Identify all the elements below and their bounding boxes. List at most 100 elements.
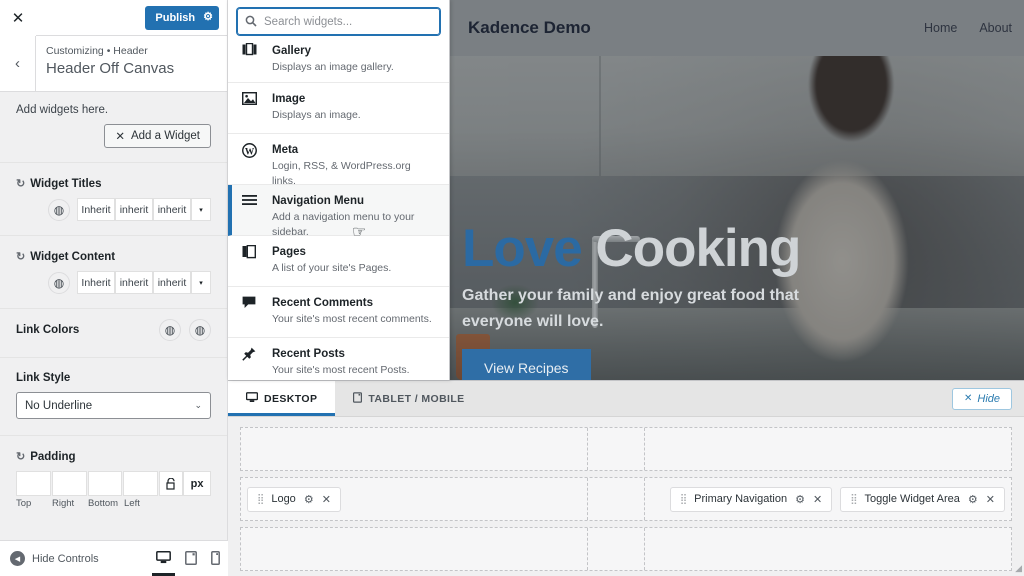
widget-title: Meta bbox=[272, 144, 299, 156]
hero-title-accent: Love bbox=[462, 219, 583, 278]
gear-icon[interactable]: ⚙ bbox=[968, 493, 978, 506]
padding-left-input[interactable] bbox=[123, 471, 159, 496]
row-top-right-dropzone[interactable] bbox=[645, 428, 1011, 470]
hide-builder-button[interactable]: ✕ Hide bbox=[951, 387, 1012, 410]
reset-icon[interactable]: ↺ bbox=[16, 450, 25, 463]
customizer-sidebar: ✕ Publish ⚙ ‹ Customizing • Header Heade… bbox=[0, 0, 228, 576]
back-button[interactable]: ‹ bbox=[0, 36, 36, 91]
remove-icon[interactable]: ✕ bbox=[986, 493, 995, 506]
gear-icon[interactable]: ⚙ bbox=[304, 493, 314, 506]
typography-letterspacing-input[interactable]: inherit bbox=[153, 271, 191, 294]
padding-header: ↺ Padding bbox=[16, 436, 211, 464]
preview-site-header: Kadence Demo Home About bbox=[450, 0, 1024, 56]
site-title[interactable]: Kadence Demo bbox=[468, 18, 591, 38]
gear-icon[interactable]: ⚙ bbox=[795, 493, 805, 506]
widget-titles-row: ◍ Inherit inherit inherit ▾ bbox=[16, 190, 211, 235]
link-colors-row: Link Colors ◍ ◍ bbox=[16, 309, 211, 357]
site-preview[interactable]: Kadence Demo Home About Love Cooking Gat… bbox=[450, 0, 1024, 380]
gear-icon[interactable]: ⚙ bbox=[203, 12, 213, 23]
row-main-right-dropzone[interactable]: ⣿ Primary Navigation ⚙ ✕ ⣿ Toggle Widget… bbox=[645, 478, 1011, 520]
widget-item-image[interactable]: Image Displays an image. bbox=[228, 83, 449, 134]
builder-row-main[interactable]: ⣿ Logo ⚙ ✕ ⣿ Primary Navigation ⚙ ✕ ⣿ To… bbox=[240, 477, 1012, 521]
builder-row-top[interactable] bbox=[240, 427, 1012, 471]
tab-tablet-mobile[interactable]: TABLET / MOBILE bbox=[335, 381, 483, 416]
padding-unit-toggle[interactable]: px bbox=[183, 471, 211, 496]
chevron-down-icon[interactable]: ▾ bbox=[191, 271, 211, 294]
widget-item-navigation-menu[interactable]: Navigation Menu Add a navigation menu to… bbox=[228, 185, 449, 238]
typography-lineheight-input[interactable]: inherit bbox=[115, 271, 153, 294]
hero-subtitle: Gather your family and enjoy great food … bbox=[462, 287, 799, 330]
row-top-left-dropzone[interactable] bbox=[241, 428, 588, 470]
available-widgets-list[interactable]: Gallery Displays an image gallery. Image… bbox=[228, 43, 449, 380]
widget-item-recent-posts[interactable]: Recent Posts Your site's most recent Pos… bbox=[228, 338, 449, 380]
mobile-preview-icon[interactable] bbox=[211, 550, 220, 567]
search-widgets-wrapper[interactable] bbox=[237, 8, 440, 35]
chevron-down-icon[interactable]: ▾ bbox=[191, 198, 211, 221]
close-customizer-icon[interactable]: ✕ bbox=[0, 0, 36, 36]
padding-top-input[interactable] bbox=[16, 471, 51, 496]
builder-item-label: Toggle Widget Area bbox=[864, 493, 960, 505]
widget-item-meta[interactable]: W Meta Login, RSS, & WordPress.org links… bbox=[228, 134, 449, 187]
resize-handle-icon[interactable]: ◢ bbox=[1015, 563, 1022, 574]
tablet-preview-icon[interactable] bbox=[185, 550, 197, 567]
globe-icon[interactable]: ◍ bbox=[48, 198, 70, 221]
builder-item-toggle-widget-area[interactable]: ⣿ Toggle Widget Area ⚙ ✕ bbox=[840, 486, 1005, 512]
padding-right-input[interactable] bbox=[51, 471, 87, 496]
hide-controls-label: Hide Controls bbox=[32, 552, 99, 565]
hero-title: Love Cooking bbox=[462, 221, 902, 277]
remove-icon[interactable]: ✕ bbox=[322, 493, 331, 506]
chevron-down-icon: ⌄ bbox=[194, 400, 202, 410]
row-top-center-dropzone[interactable] bbox=[588, 428, 646, 470]
remove-icon[interactable]: ✕ bbox=[813, 493, 822, 506]
row-bottom-center-dropzone[interactable] bbox=[588, 528, 646, 570]
publish-button[interactable]: Publish ⚙ bbox=[145, 5, 219, 30]
widget-title: Recent Comments bbox=[272, 297, 373, 309]
desktop-preview-icon[interactable] bbox=[152, 551, 175, 576]
nav-link-about[interactable]: About bbox=[979, 21, 1012, 35]
row-bottom-left-dropzone[interactable] bbox=[241, 528, 588, 570]
view-recipes-button[interactable]: View Recipes bbox=[462, 349, 591, 380]
reset-icon[interactable]: ↺ bbox=[16, 177, 25, 190]
lock-icon[interactable] bbox=[159, 471, 184, 496]
globe-icon-link-normal[interactable]: ◍ bbox=[159, 319, 181, 341]
drag-handle-icon[interactable]: ⣿ bbox=[680, 494, 687, 505]
builder-item-label: Logo bbox=[271, 493, 296, 505]
hide-controls-button[interactable]: ◀ Hide Controls bbox=[10, 551, 99, 566]
typography-size-input[interactable]: Inherit bbox=[77, 198, 115, 221]
control-widget-titles: ↺ Widget Titles ◍ Inherit inherit inheri… bbox=[0, 162, 227, 235]
builder-row-bottom[interactable] bbox=[240, 527, 1012, 571]
reset-icon[interactable]: ↺ bbox=[16, 250, 25, 263]
widget-item-gallery[interactable]: Gallery Displays an image gallery. bbox=[228, 43, 449, 83]
link-colors-swatches: ◍ ◍ bbox=[159, 319, 211, 341]
widget-content-label: Widget Content bbox=[30, 250, 116, 263]
nav-link-home[interactable]: Home bbox=[924, 21, 957, 35]
drag-handle-icon[interactable]: ⣿ bbox=[257, 494, 264, 505]
padding-bottom-label: Bottom bbox=[88, 498, 119, 509]
sidebar-panel-header: ‹ Customizing • Header Header Off Canvas bbox=[0, 36, 227, 92]
link-colors-label: Link Colors bbox=[16, 324, 80, 336]
link-style-select[interactable]: No Underline ⌄ bbox=[16, 392, 211, 419]
gallery-icon bbox=[242, 43, 257, 59]
typography-size-input[interactable]: Inherit bbox=[77, 271, 115, 294]
builder-item-logo[interactable]: ⣿ Logo ⚙ ✕ bbox=[247, 486, 341, 512]
typography-lineheight-input[interactable]: inherit bbox=[115, 198, 153, 221]
builder-item-primary-navigation[interactable]: ⣿ Primary Navigation ⚙ ✕ bbox=[669, 486, 833, 512]
widget-item-recent-comments[interactable]: Recent Comments Your site's most recent … bbox=[228, 287, 449, 338]
globe-icon[interactable]: ◍ bbox=[48, 271, 70, 294]
builder-tabs: DESKTOP TABLET / MOBILE bbox=[228, 381, 483, 416]
sidebar-body: Add widgets here. ✕ Add a Widget ↺ Widge… bbox=[0, 92, 227, 576]
drag-handle-icon[interactable]: ⣿ bbox=[850, 494, 857, 505]
builder-item-label: Primary Navigation bbox=[694, 493, 788, 505]
padding-bottom-input[interactable] bbox=[87, 471, 123, 496]
add-a-widget-button[interactable]: ✕ Add a Widget bbox=[104, 124, 211, 148]
typography-letterspacing-input[interactable]: inherit bbox=[153, 198, 191, 221]
search-widgets-input[interactable] bbox=[264, 9, 439, 34]
widget-titles-label: Widget Titles bbox=[30, 177, 102, 190]
widget-item-pages[interactable]: Pages A list of your site's Pages. bbox=[228, 236, 449, 287]
globe-icon-link-hover[interactable]: ◍ bbox=[189, 319, 211, 341]
row-bottom-right-dropzone[interactable] bbox=[645, 528, 1011, 570]
row-main-left-dropzone[interactable]: ⣿ Logo ⚙ ✕ bbox=[241, 478, 588, 520]
tab-desktop-label: DESKTOP bbox=[264, 392, 318, 405]
row-main-center-dropzone[interactable] bbox=[588, 478, 646, 520]
tab-desktop[interactable]: DESKTOP bbox=[228, 381, 336, 416]
